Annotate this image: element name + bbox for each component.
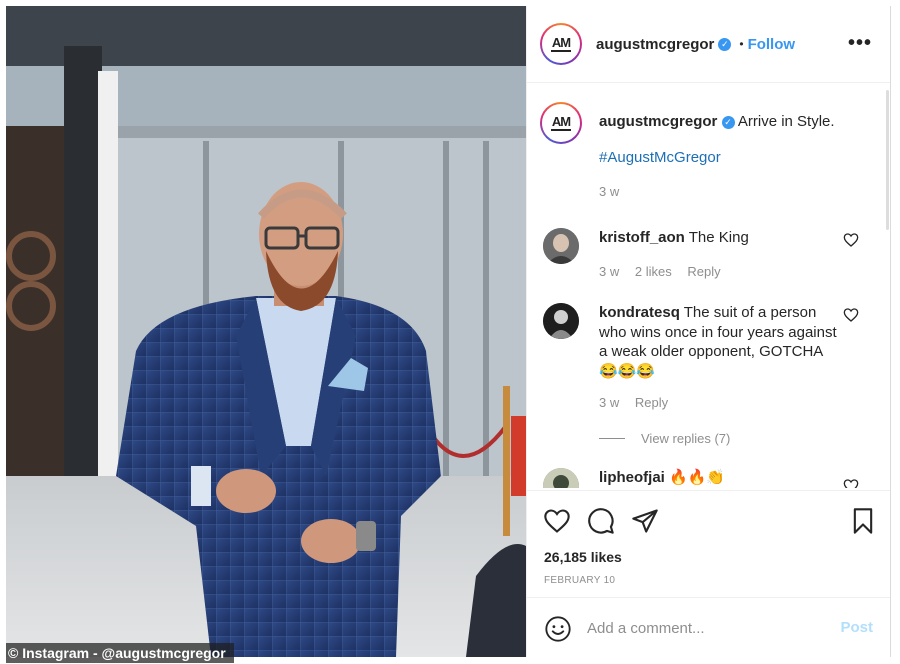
comments-scrollbar[interactable]: [886, 90, 889, 230]
reply-button[interactable]: Reply: [635, 395, 668, 410]
emoji-icon[interactable]: [544, 615, 572, 643]
commenter-username[interactable]: kristoff_aon: [599, 229, 685, 246]
comment-likes[interactable]: 2 likes: [635, 264, 672, 279]
photo-credit: © Instagram - @augustmcgregor: [6, 643, 234, 663]
comment-time[interactable]: 3 w: [599, 264, 619, 279]
avatar-logo-bar: [551, 128, 571, 131]
author-avatar[interactable]: AM: [540, 23, 582, 65]
view-replies-line: [599, 438, 625, 439]
caption-text-line: augustmcgregor ✓ Arrive in Style.: [599, 112, 869, 131]
comment-like-heart-icon[interactable]: [843, 478, 859, 488]
comment-time[interactable]: 3 w: [599, 395, 619, 410]
comment-meta: 3 w 2 likes Reply: [599, 264, 733, 279]
commenter-avatar[interactable]: [543, 303, 579, 339]
comment-like-heart-icon[interactable]: [843, 307, 859, 323]
caption-text: Arrive in Style.: [737, 113, 835, 130]
comment-text-line: kristoff_aon The King: [599, 228, 837, 248]
post-photo[interactable]: [6, 6, 526, 657]
share-icon[interactable]: [631, 507, 659, 535]
commenter-username[interactable]: lipheofjai: [599, 469, 665, 486]
verified-check-icon: ✓: [721, 116, 735, 129]
caption-time[interactable]: 3 w: [599, 184, 619, 199]
commenter-avatar[interactable]: [543, 468, 579, 488]
comment-icon[interactable]: [587, 507, 615, 535]
post-date[interactable]: FEBRUARY 10: [544, 575, 615, 586]
comment-like-heart-icon[interactable]: [843, 232, 859, 248]
caption-hashtag[interactable]: #AugustMcGregor: [599, 149, 721, 166]
author-username[interactable]: augustmcgregor: [596, 36, 714, 53]
avatar-logo-text: AM: [551, 113, 571, 129]
comment-input[interactable]: [587, 616, 817, 640]
view-replies-button[interactable]: View replies (7): [599, 431, 730, 446]
more-options-icon[interactable]: •••: [848, 32, 872, 55]
post-actions-area: 26,185 likes FEBRUARY 10: [527, 490, 890, 597]
comment-text: The King: [688, 229, 749, 246]
add-comment-bar: Post: [527, 597, 890, 657]
reply-button[interactable]: Reply: [687, 264, 720, 279]
post-side-panel: AM augustmcgregor ✓ • Follow ••• AM augu…: [526, 6, 891, 657]
caption-avatar[interactable]: AM: [540, 102, 582, 144]
heart-icon[interactable]: [543, 507, 571, 535]
commenter-username[interactable]: kondratesq: [599, 304, 680, 321]
comment-text-line: kondratesq The suit of a person who wins…: [599, 303, 837, 381]
follow-button[interactable]: Follow: [748, 36, 796, 53]
photo-illustration: [6, 6, 526, 657]
comment-text-line: lipheofjai 🔥🔥👏: [599, 468, 837, 488]
action-bar: [543, 507, 878, 535]
view-replies-label: View replies (7): [641, 431, 731, 446]
verified-check-icon: ✓: [718, 37, 732, 51]
header-separator: •: [739, 37, 744, 51]
comment-text: 🔥🔥👏: [669, 469, 726, 486]
comment-meta: 3 w Reply: [599, 395, 680, 410]
comments-list[interactable]: AM augustmcgregor ✓ Arrive in Style. #Au…: [527, 84, 890, 488]
post-header: AM augustmcgregor ✓ • Follow •••: [527, 6, 890, 83]
commenter-avatar[interactable]: [543, 228, 579, 264]
post-button[interactable]: Post: [840, 619, 873, 636]
likes-count[interactable]: 26,185 likes: [544, 549, 622, 565]
caption-username[interactable]: augustmcgregor: [599, 113, 717, 130]
avatar-logo-text: AM: [551, 34, 571, 50]
bookmark-icon[interactable]: [849, 507, 877, 535]
avatar-logo-bar: [551, 49, 571, 52]
